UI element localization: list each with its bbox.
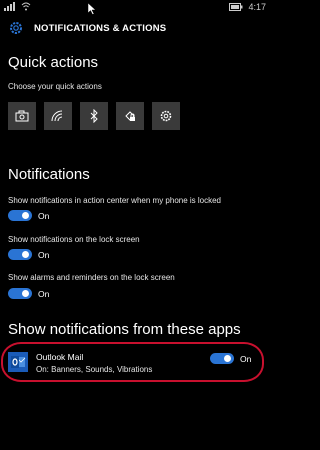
notification-setting-toggle-row: On xyxy=(8,288,49,299)
toggle-state-label: On xyxy=(38,210,50,221)
mouse-cursor-icon xyxy=(88,3,96,15)
rotation-lock-icon xyxy=(125,111,135,121)
toggle-knob xyxy=(22,251,29,258)
camera-icon xyxy=(15,110,29,122)
app-notification-detail: On: Banners, Sounds, Vibrations xyxy=(36,365,153,374)
notification-setting-toggle-row: On xyxy=(8,210,49,221)
app-notification-toggle[interactable] xyxy=(210,353,234,364)
page-header: NOTIFICATIONS & ACTIONS xyxy=(0,16,270,42)
quick-action-wifi[interactable] xyxy=(44,102,72,130)
notification-setting-toggle-row: On xyxy=(8,249,49,260)
notification-toggle-action-center[interactable] xyxy=(8,210,32,221)
quick-action-settings[interactable] xyxy=(152,102,180,130)
gear-icon xyxy=(10,22,22,34)
notification-toggle-alarms-reminders[interactable] xyxy=(8,288,32,299)
bluetooth-icon xyxy=(90,109,98,123)
notifications-heading: Notifications xyxy=(8,166,90,183)
status-bar: 4:17 xyxy=(0,0,270,16)
toggle-knob xyxy=(22,290,29,297)
battery-icon xyxy=(229,3,243,11)
quick-actions-heading: Quick actions xyxy=(8,54,99,71)
toggle-state-label: On xyxy=(38,249,50,260)
app-list-item[interactable]: Outlook Mail On: Banners, Sounds, Vibrat… xyxy=(8,350,262,380)
notification-setting-label: Show notifications on the lock screen xyxy=(8,235,140,244)
notification-toggle-lock-screen[interactable] xyxy=(8,249,32,260)
signal-icon xyxy=(4,2,15,11)
quick-action-rotation-lock[interactable] xyxy=(116,102,144,130)
toggle-knob xyxy=(224,355,231,362)
wifi-icon xyxy=(51,110,63,122)
app-name: Outlook Mail xyxy=(36,352,84,362)
wifi-status-icon xyxy=(21,2,31,11)
page-title: NOTIFICATIONS & ACTIONS xyxy=(34,23,167,34)
toggle-knob xyxy=(22,212,29,219)
status-time: 4:17 xyxy=(248,2,266,12)
toggle-state-label: On xyxy=(38,288,50,299)
quick-action-bluetooth[interactable] xyxy=(80,102,108,130)
app-toggle-row: On xyxy=(210,353,251,364)
quick-actions-row xyxy=(8,102,180,130)
toggle-state-label: On xyxy=(240,353,252,364)
quick-action-camera[interactable] xyxy=(8,102,36,130)
settings-icon xyxy=(160,110,172,122)
quick-actions-subtitle: Choose your quick actions xyxy=(8,82,102,91)
apps-heading: Show notifications from these apps xyxy=(8,321,241,338)
notification-setting-label: Show notifications in action center when… xyxy=(8,196,222,205)
notification-setting-label: Show alarms and reminders on the lock sc… xyxy=(8,273,175,282)
outlook-mail-icon xyxy=(8,352,28,372)
